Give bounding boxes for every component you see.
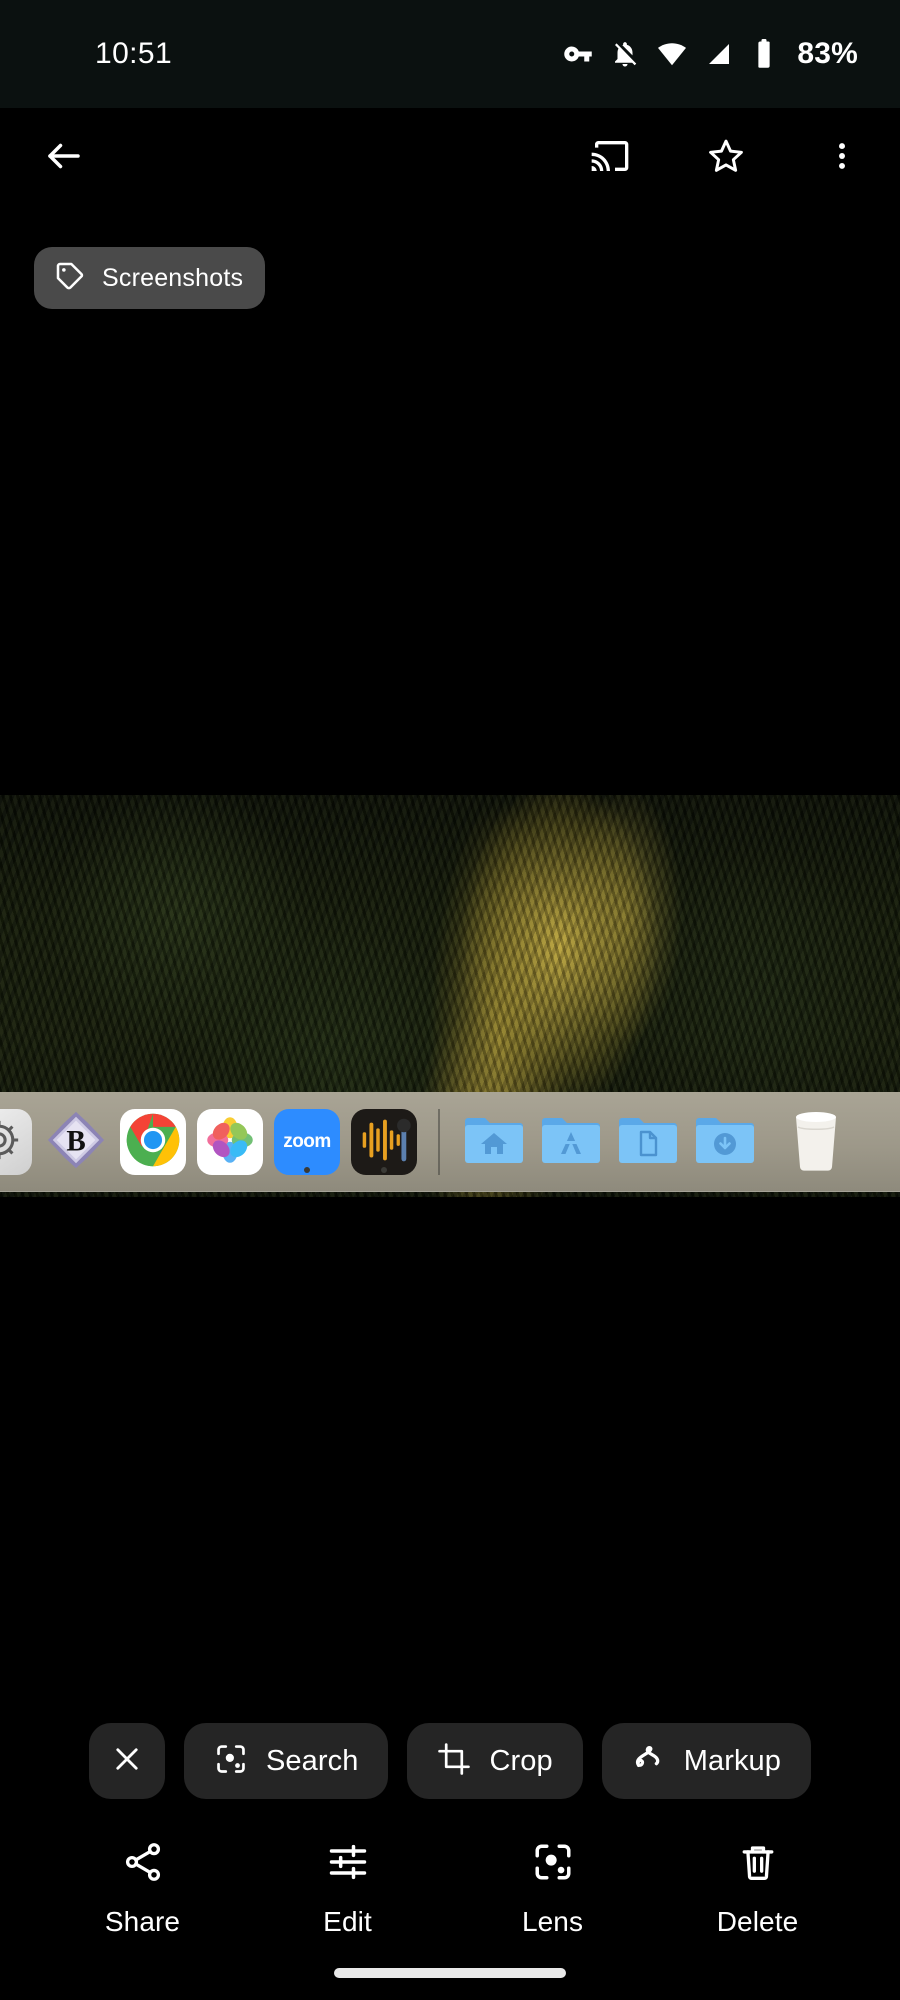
favorite-button[interactable] xyxy=(698,130,754,186)
dock-folder-applications[interactable] xyxy=(538,1109,604,1175)
running-indicator-dot xyxy=(381,1167,387,1173)
cast-button[interactable] xyxy=(582,130,638,186)
photo-content[interactable]: B zoom xyxy=(0,795,900,1197)
share-label: Share xyxy=(104,1906,181,1937)
app-bar xyxy=(0,108,900,208)
markup-chip-label: Markup xyxy=(683,1744,782,1777)
home-folder-icon xyxy=(462,1111,526,1174)
dock-app-bible[interactable]: B xyxy=(43,1109,109,1175)
cast-icon xyxy=(590,136,630,181)
search-chip-label: Search xyxy=(265,1744,359,1777)
dock-folder-home[interactable] xyxy=(461,1109,527,1175)
search-chip[interactable]: Search xyxy=(183,1723,389,1799)
share-button[interactable]: Share xyxy=(83,1840,203,1938)
battery-percent: 83% xyxy=(797,37,858,70)
status-icons: 83% xyxy=(563,37,858,71)
edit-label: Edit xyxy=(323,1906,372,1937)
notifications-muted-icon xyxy=(610,39,640,69)
dock-trash[interactable] xyxy=(783,1109,849,1175)
dock-items: B zoom xyxy=(0,1109,894,1175)
running-indicator-dot xyxy=(304,1167,310,1173)
dock-app-photos[interactable] xyxy=(197,1109,263,1175)
dock-app-system-settings[interactable] xyxy=(0,1109,32,1175)
wifi-icon xyxy=(657,39,687,69)
close-icon xyxy=(110,1742,144,1781)
cellular-signal-icon xyxy=(704,39,734,69)
suggestion-chips-row: Search Crop Markup xyxy=(0,1723,900,1799)
home-gesture-indicator[interactable] xyxy=(334,1968,566,1978)
markup-squiggle-icon xyxy=(632,1742,666,1781)
macos-dock: B zoom xyxy=(0,1092,900,1192)
chrome-icon xyxy=(124,1111,182,1174)
svg-text:B: B xyxy=(66,1125,85,1157)
tune-sliders-icon xyxy=(326,1840,370,1889)
share-icon xyxy=(121,1840,165,1889)
dock-folder-downloads[interactable] xyxy=(692,1109,758,1175)
delete-label: Delete xyxy=(716,1906,799,1937)
overflow-menu-button[interactable] xyxy=(814,130,870,186)
bottom-action-bar: Share Edit Lens Delete xyxy=(0,1840,900,1950)
lens-search-icon xyxy=(214,1742,248,1781)
google-lens-icon xyxy=(531,1840,575,1889)
delete-button[interactable]: Delete xyxy=(698,1840,818,1938)
back-button[interactable] xyxy=(36,130,92,186)
applications-folder-icon xyxy=(539,1111,603,1174)
downloads-folder-icon xyxy=(693,1111,757,1174)
photo-viewer-screen: 10:51 83% Screenshots B zoom Search Crop… xyxy=(0,0,900,2000)
markup-chip[interactable]: Markup xyxy=(601,1723,812,1799)
back-arrow-icon xyxy=(43,135,85,182)
vpn-key-icon xyxy=(563,39,593,69)
dock-app-zoom[interactable]: zoom xyxy=(274,1109,340,1175)
edit-button[interactable]: Edit xyxy=(288,1840,408,1938)
audio-waveform-icon xyxy=(353,1109,415,1175)
crop-chip[interactable]: Crop xyxy=(407,1723,583,1799)
more-vert-icon xyxy=(825,139,859,178)
trash-bin-icon xyxy=(788,1109,844,1175)
dock-divider xyxy=(438,1109,440,1175)
settings-gear-icon xyxy=(0,1117,22,1168)
status-time: 10:51 xyxy=(95,37,173,70)
zoom-icon-label: zoom xyxy=(283,1131,331,1152)
dock-app-chrome[interactable] xyxy=(120,1109,186,1175)
b-badge-icon: B xyxy=(45,1109,107,1175)
album-chip-label: Screenshots xyxy=(102,263,244,292)
lens-button[interactable]: Lens xyxy=(493,1840,613,1938)
status-bar: 10:51 83% xyxy=(0,0,900,108)
trash-icon xyxy=(736,1840,780,1889)
star-outline-icon xyxy=(705,135,747,182)
tag-icon xyxy=(54,260,86,297)
crop-chip-label: Crop xyxy=(489,1744,553,1777)
close-suggestions-chip[interactable] xyxy=(88,1723,165,1799)
documents-folder-icon xyxy=(616,1111,680,1174)
crop-icon xyxy=(437,1742,471,1781)
dock-folder-documents[interactable] xyxy=(615,1109,681,1175)
dock-app-audio-recorder[interactable] xyxy=(351,1109,417,1175)
lens-label: Lens xyxy=(521,1906,584,1937)
photos-icon xyxy=(202,1112,258,1173)
album-chip-screenshots[interactable]: Screenshots xyxy=(34,247,266,309)
battery-icon xyxy=(751,39,777,69)
